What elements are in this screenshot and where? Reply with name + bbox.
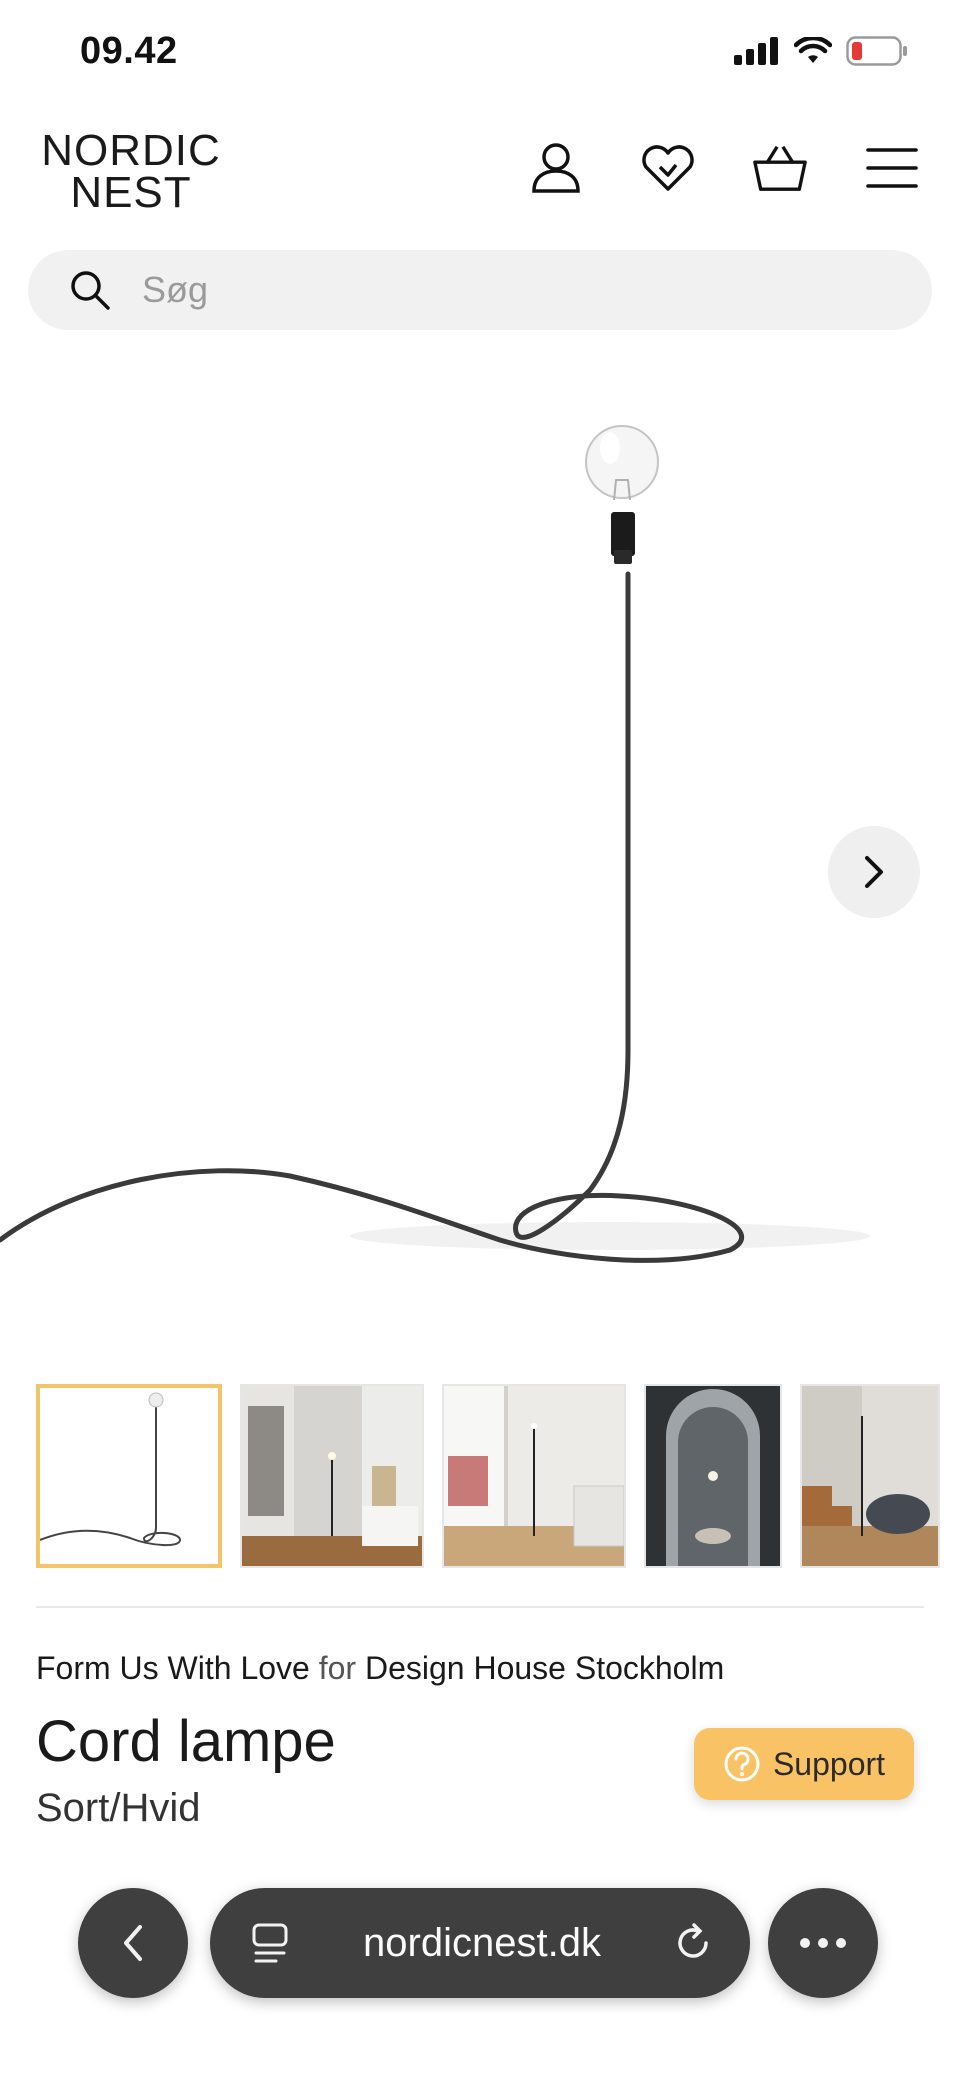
browser-back-button[interactable] (78, 1888, 188, 1998)
wifi-icon (794, 37, 832, 63)
thumbnail-4[interactable] (644, 1384, 782, 1568)
address-bar[interactable]: nordicnest.dk (210, 1888, 750, 1998)
nordic-nest-logo[interactable]: NORDIC NEST (36, 126, 226, 217)
menu-icon[interactable] (864, 140, 920, 196)
designer-line: Form Us With Love for Design House Stock… (36, 1650, 724, 1687)
browser-more-button[interactable] (768, 1888, 878, 1998)
wishlist-heart-icon[interactable] (640, 140, 696, 196)
product-title: Cord lampe (36, 1709, 336, 1774)
gallery-thumbnails (36, 1384, 960, 1570)
thumbnail-5[interactable] (800, 1384, 940, 1568)
for-word: for (318, 1650, 357, 1686)
search-input[interactable] (142, 269, 842, 311)
support-label: Support (772, 1745, 886, 1782)
more-dots-icon (800, 1938, 846, 1948)
thumbnail-3[interactable] (442, 1384, 626, 1568)
tabs-icon[interactable] (248, 1921, 292, 1965)
basket-icon[interactable] (752, 140, 808, 196)
reload-icon[interactable] (672, 1921, 716, 1965)
cellular-signal-icon (734, 37, 778, 65)
product-main-image[interactable] (0, 360, 960, 1350)
cord-lamp-image (0, 425, 870, 1263)
logo-line-1: NORDIC (41, 126, 221, 175)
thumbnail-2[interactable] (240, 1384, 424, 1568)
chevron-right-icon (865, 856, 883, 888)
search-bar[interactable] (28, 250, 932, 330)
support-button[interactable]: Support (694, 1728, 914, 1800)
logo-line-2: NEST (70, 168, 192, 217)
back-chevron-icon (124, 1925, 142, 1961)
designer-link[interactable]: Form Us With Love (36, 1650, 310, 1686)
url-text[interactable]: nordicnest.dk (292, 1921, 672, 1966)
header-actions (528, 140, 920, 196)
status-icons (734, 36, 908, 66)
browser-toolbar: nordicnest.dk (0, 1880, 960, 2020)
gallery-next-button[interactable] (828, 826, 920, 918)
battery-low-icon (846, 36, 907, 66)
site-header: NORDIC NEST (0, 120, 960, 240)
brand-link[interactable]: Design House Stockholm (365, 1650, 724, 1686)
status-bar: 09.42 (0, 0, 960, 104)
section-divider (36, 1606, 924, 1608)
status-time: 09.42 (80, 30, 178, 72)
product-variant: Sort/Hvid (36, 1786, 201, 1830)
search-icon (71, 271, 110, 310)
thumbnail-1[interactable] (36, 1384, 222, 1568)
help-circle-icon (724, 1746, 760, 1782)
account-icon[interactable] (528, 140, 584, 196)
